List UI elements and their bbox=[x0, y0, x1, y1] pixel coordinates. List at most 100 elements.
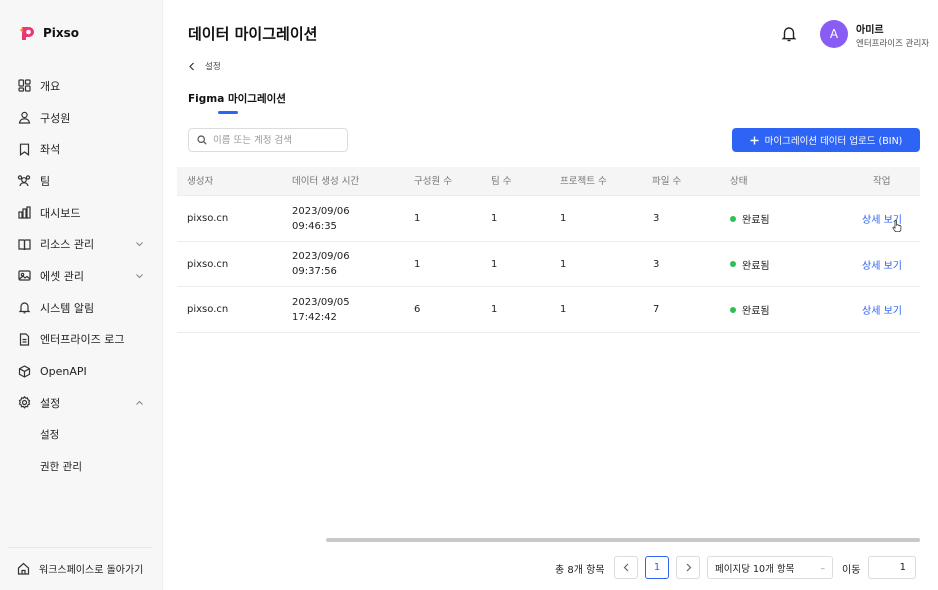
page-size-value: 페이지당 10개 항목 bbox=[715, 563, 795, 575]
sidebar-item-resources[interactable]: 리소스 관리 bbox=[0, 228, 163, 260]
cell-date: 2023/09/05 bbox=[292, 296, 350, 308]
chevron-down-icon bbox=[136, 242, 143, 247]
sidebar-item-overview[interactable]: 개요 bbox=[0, 70, 163, 102]
sidebar-item-label: 대시보드 bbox=[40, 206, 81, 220]
column-header-created-time: 데이터 생성 시간 bbox=[292, 176, 360, 187]
sidebar-item-label: 설정 bbox=[40, 396, 61, 410]
cell-projects: 1 bbox=[560, 304, 567, 316]
cell-status: 완료됨 bbox=[730, 287, 770, 333]
cell-teams: 1 bbox=[491, 304, 498, 316]
breadcrumb-label: 설정 bbox=[205, 62, 221, 72]
main-content: 데이터 마이그레이션 A 아미르 엔터프라이즈 관리자 설정 Figma 마이그… bbox=[163, 0, 938, 590]
back-to-workspace-label: 워크스페이스로 돌아가기 bbox=[39, 565, 144, 576]
sidebar-item-label: 리소스 관리 bbox=[40, 238, 95, 252]
pagination-next-button[interactable] bbox=[676, 556, 700, 579]
table-header: 생성자 데이터 생성 시간 구성원 수 팀 수 프로젝트 수 파일 수 상태 작… bbox=[177, 167, 920, 196]
chevron-right-icon bbox=[686, 563, 691, 572]
notification-bell-icon[interactable] bbox=[780, 25, 798, 43]
sidebar-item-dashboard[interactable]: 대시보드 bbox=[0, 197, 163, 229]
cell-time: 09:37:56 bbox=[292, 266, 337, 278]
cell-projects: 1 bbox=[560, 213, 567, 225]
sidebar-item-label: 팀 bbox=[40, 174, 51, 188]
column-header-members: 구성원 수 bbox=[414, 176, 452, 187]
view-details-link[interactable]: 상세 보기 bbox=[862, 196, 902, 242]
table-row: pixso.cn 2023/09/06 09:46:35 1 1 1 3 완료됨… bbox=[177, 196, 920, 242]
cell-time: 09:46:35 bbox=[292, 220, 337, 232]
cell-date: 2023/09/06 bbox=[292, 205, 350, 217]
team-icon bbox=[17, 174, 31, 188]
cell-creator: pixso.cn bbox=[187, 213, 229, 225]
cell-creator: pixso.cn bbox=[187, 304, 229, 316]
overview-icon bbox=[17, 79, 31, 93]
breadcrumb[interactable]: 설정 bbox=[188, 60, 221, 72]
cube-icon bbox=[17, 364, 31, 378]
cell-created-time: 2023/09/05 17:42:42 bbox=[292, 287, 350, 333]
status-label: 완료됨 bbox=[742, 215, 770, 227]
chevron-left-icon bbox=[623, 563, 628, 572]
cell-date: 2023/09/06 bbox=[292, 251, 350, 263]
column-header-files: 파일 수 bbox=[652, 176, 682, 187]
cell-creator: pixso.cn bbox=[187, 258, 229, 270]
column-header-actions: 작업 bbox=[873, 176, 891, 187]
search-input[interactable] bbox=[213, 134, 343, 146]
status-dot bbox=[730, 261, 736, 268]
sidebar-nav: 개요 구성원 좌석 팀 대시보드 리소스 관리 에셋 관리 시스템 알림 엔터프… bbox=[0, 70, 163, 482]
sidebar-item-label: OpenAPI bbox=[40, 364, 87, 378]
sidebar-item-assets[interactable]: 에셋 관리 bbox=[0, 260, 163, 292]
cell-status: 완료됨 bbox=[730, 242, 770, 288]
horizontal-scrollbar[interactable] bbox=[326, 538, 920, 542]
page-size-select[interactable]: 페이지당 10개 항목 – bbox=[707, 556, 833, 579]
status-dot bbox=[730, 306, 736, 313]
sidebar-divider bbox=[8, 547, 152, 548]
cell-files: 3 bbox=[653, 213, 660, 225]
goto-label: 이동 bbox=[842, 565, 861, 576]
sidebar-item-label: 구성원 bbox=[40, 111, 71, 125]
sidebar-item-enterprise-log[interactable]: 엔터프라이즈 로그 bbox=[0, 324, 163, 356]
search-box[interactable] bbox=[188, 128, 348, 152]
book-icon bbox=[17, 237, 31, 251]
sidebar-item-system-alerts[interactable]: 시스템 알림 bbox=[0, 292, 163, 324]
sidebar-subitem-permissions[interactable]: 권한 관리 bbox=[0, 450, 163, 482]
cell-members: 1 bbox=[414, 213, 421, 225]
view-details-link[interactable]: 상세 보기 bbox=[862, 242, 902, 288]
user-icon bbox=[17, 111, 31, 125]
sidebar-item-members[interactable]: 구성원 bbox=[0, 102, 163, 134]
logo[interactable]: Pixso bbox=[18, 24, 79, 42]
back-to-workspace-link[interactable]: 워크스페이스로 돌아가기 bbox=[17, 561, 143, 576]
sidebar-item-seats[interactable]: 좌석 bbox=[0, 133, 163, 165]
sidebar-item-openapi[interactable]: OpenAPI bbox=[0, 355, 163, 387]
pagination-prev-button[interactable] bbox=[614, 556, 638, 579]
logo-text: Pixso bbox=[43, 26, 80, 40]
column-header-teams: 팀 수 bbox=[491, 176, 512, 187]
status-dot bbox=[730, 215, 736, 222]
hand-cursor-icon bbox=[892, 220, 902, 232]
status-label: 완료됨 bbox=[742, 306, 770, 318]
avatar[interactable]: A bbox=[820, 20, 848, 48]
sidebar-subitem-settings[interactable]: 설정 bbox=[0, 419, 163, 451]
bookmark-icon bbox=[17, 142, 31, 156]
chevron-up-icon bbox=[136, 400, 143, 405]
user-role: 엔터프라이즈 관리자 bbox=[856, 39, 930, 49]
table-row: pixso.cn 2023/09/06 09:37:56 1 1 1 3 완료됨… bbox=[177, 242, 920, 288]
chevron-down-icon bbox=[136, 274, 143, 279]
goto-page-input[interactable]: 1 bbox=[868, 556, 916, 579]
tab-active-indicator bbox=[218, 111, 238, 114]
pagination-page-button[interactable]: 1 bbox=[645, 556, 669, 579]
upload-migration-data-button[interactable]: 마이그레이션 데이터 업로드 (BIN) bbox=[732, 128, 920, 152]
home-icon bbox=[17, 562, 30, 575]
tab-figma-migration[interactable]: Figma 마이그레이션 bbox=[188, 91, 286, 106]
gear-icon bbox=[17, 396, 31, 410]
view-details-link[interactable]: 상세 보기 bbox=[862, 287, 902, 333]
column-header-status: 상태 bbox=[730, 176, 748, 187]
column-header-creator: 생성자 bbox=[187, 176, 214, 187]
chevron-left-icon bbox=[189, 62, 194, 70]
page-title: 데이터 마이그레이션 bbox=[188, 25, 318, 43]
upload-button-label: 마이그레이션 데이터 업로드 (BIN) bbox=[764, 136, 903, 147]
cell-teams: 1 bbox=[491, 258, 498, 270]
sidebar-item-label: 시스템 알림 bbox=[40, 301, 95, 315]
cell-projects: 1 bbox=[560, 258, 567, 270]
table-row: pixso.cn 2023/09/05 17:42:42 6 1 1 7 완료됨… bbox=[177, 287, 920, 333]
dashboard-icon bbox=[17, 206, 31, 220]
sidebar-item-team[interactable]: 팀 bbox=[0, 165, 163, 197]
sidebar-item-settings[interactable]: 설정 bbox=[0, 387, 163, 419]
